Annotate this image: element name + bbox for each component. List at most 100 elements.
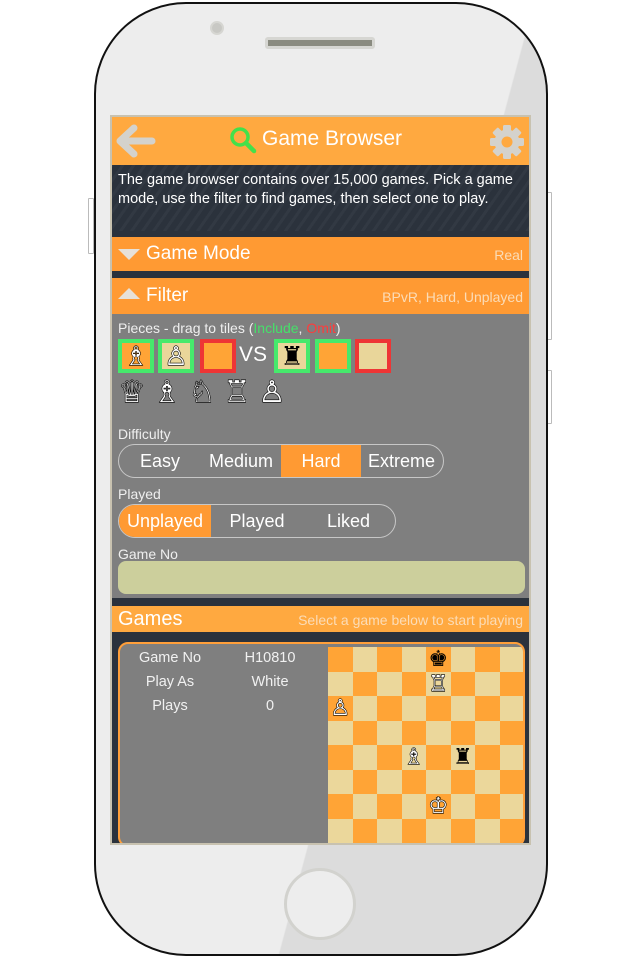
board-square	[475, 647, 500, 672]
game-mode-label: Game Mode	[146, 243, 251, 264]
black-rook-icon: ♜	[452, 744, 473, 769]
gear-icon[interactable]	[489, 124, 525, 160]
board-square	[499, 769, 523, 794]
board-square	[377, 794, 402, 819]
difficulty-option-hard[interactable]: Hard	[281, 445, 361, 477]
board-square	[377, 671, 402, 696]
board-square	[401, 769, 426, 794]
board-square	[450, 720, 475, 745]
board-square	[499, 696, 523, 721]
board-square	[352, 745, 377, 770]
board-square	[352, 818, 377, 843]
board-square	[426, 696, 451, 721]
game-list-item[interactable]: Game No H10810 Play As White Plays 0 ♚ ♖ ♙ ♗ ♜ ♔	[118, 642, 525, 843]
black-include-tile[interactable]: ♜	[274, 339, 310, 373]
difficulty-segmented-control: Easy Medium Hard Extreme	[118, 444, 444, 478]
palette-rook-icon[interactable]: ♖	[221, 375, 253, 410]
include-legend: Include	[253, 320, 299, 336]
black-omit-tile[interactable]	[355, 339, 391, 373]
filter-panel: Pieces - drag to tiles (Include, Omit) ♗…	[112, 314, 529, 598]
header-bar: Game Browser	[112, 117, 529, 165]
palette-queen-icon[interactable]: ♕	[116, 375, 148, 410]
played-option-liked[interactable]: Liked	[303, 505, 394, 537]
white-pawn-icon: ♙	[330, 695, 351, 720]
filter-summary: BPvR, Hard, Unplayed	[382, 289, 523, 305]
pieces-label-prefix: Pieces - drag to tiles (	[118, 320, 254, 336]
game-info-value: White	[251, 674, 289, 690]
board-square	[328, 671, 353, 696]
board-square	[426, 818, 451, 843]
difficulty-label: Difficulty	[118, 426, 171, 442]
board-square	[401, 696, 426, 721]
board-square	[377, 745, 402, 770]
board-square	[377, 818, 402, 843]
game-no-label: Game No	[118, 546, 178, 562]
board-square	[475, 818, 500, 843]
black-include-tile[interactable]	[315, 339, 351, 373]
game-mode-value: Real	[494, 247, 523, 263]
game-info-key: Game No	[138, 650, 202, 666]
board-square	[450, 671, 475, 696]
palette-pawn-icon[interactable]: ♙	[256, 375, 288, 410]
board-square	[499, 671, 523, 696]
board-square	[377, 647, 402, 672]
board-square	[352, 696, 377, 721]
board-square	[352, 720, 377, 745]
board-square	[499, 818, 523, 843]
white-king-icon: ♔	[428, 793, 449, 818]
played-segmented-control: Unplayed Played Liked	[118, 504, 396, 538]
game-info-row: Play As White	[120, 674, 320, 696]
board-square	[450, 647, 475, 672]
difficulty-option-extreme[interactable]: Extreme	[361, 445, 442, 477]
game-info-value: 0	[265, 698, 275, 714]
white-pawn-icon: ♙	[164, 341, 189, 371]
difficulty-option-medium[interactable]: Medium	[201, 445, 281, 477]
board-square	[450, 818, 475, 843]
game-info-key: Play As	[145, 674, 195, 690]
board-square	[377, 769, 402, 794]
board-square	[401, 818, 426, 843]
board-square	[328, 769, 353, 794]
chess-board-preview: ♚ ♖ ♙ ♗ ♜ ♔	[328, 646, 523, 843]
earpiece-speaker	[265, 37, 375, 49]
game-info-value: H10810	[244, 650, 296, 666]
white-include-tile[interactable]: ♗	[118, 339, 154, 373]
game-no-input[interactable]	[118, 561, 525, 594]
board-square	[328, 720, 353, 745]
game-info-row: Game No H10810	[120, 650, 320, 672]
board-square	[450, 769, 475, 794]
board-square	[377, 696, 402, 721]
back-arrow-icon[interactable]	[116, 123, 156, 159]
front-camera	[210, 21, 224, 35]
page-title: Game Browser	[262, 127, 403, 150]
home-button[interactable]	[284, 868, 356, 940]
board-square	[450, 794, 475, 819]
palette-knight-icon[interactable]: ♘	[186, 375, 218, 410]
white-omit-tile[interactable]	[200, 339, 236, 373]
black-king-icon: ♚	[428, 646, 449, 671]
board-square	[475, 769, 500, 794]
board-square	[499, 745, 523, 770]
collapse-triangle-icon	[118, 288, 140, 299]
palette-bishop-icon[interactable]: ♗	[151, 375, 183, 410]
games-hint: Select a game below to start playing	[298, 612, 523, 628]
filter-label: Filter	[146, 285, 189, 306]
game-mode-section-toggle[interactable]: Game Mode Real	[112, 237, 529, 271]
played-option-unplayed[interactable]: Unplayed	[119, 505, 211, 537]
board-square	[328, 647, 353, 672]
black-rook-icon: ♜	[280, 341, 304, 371]
board-square	[401, 720, 426, 745]
played-label: Played	[118, 486, 161, 502]
expand-triangle-icon	[118, 249, 140, 260]
app-screen: Game Browser The game browser contains o…	[110, 115, 531, 845]
filter-section-toggle[interactable]: Filter BPvR, Hard, Unplayed	[112, 278, 529, 314]
board-square	[401, 671, 426, 696]
white-include-tile[interactable]: ♙	[158, 339, 194, 373]
board-square	[328, 745, 353, 770]
board-square	[426, 720, 451, 745]
board-square	[352, 671, 377, 696]
difficulty-option-easy[interactable]: Easy	[119, 445, 201, 477]
board-square	[352, 794, 377, 819]
search-icon	[230, 127, 257, 154]
played-option-played[interactable]: Played	[211, 505, 303, 537]
